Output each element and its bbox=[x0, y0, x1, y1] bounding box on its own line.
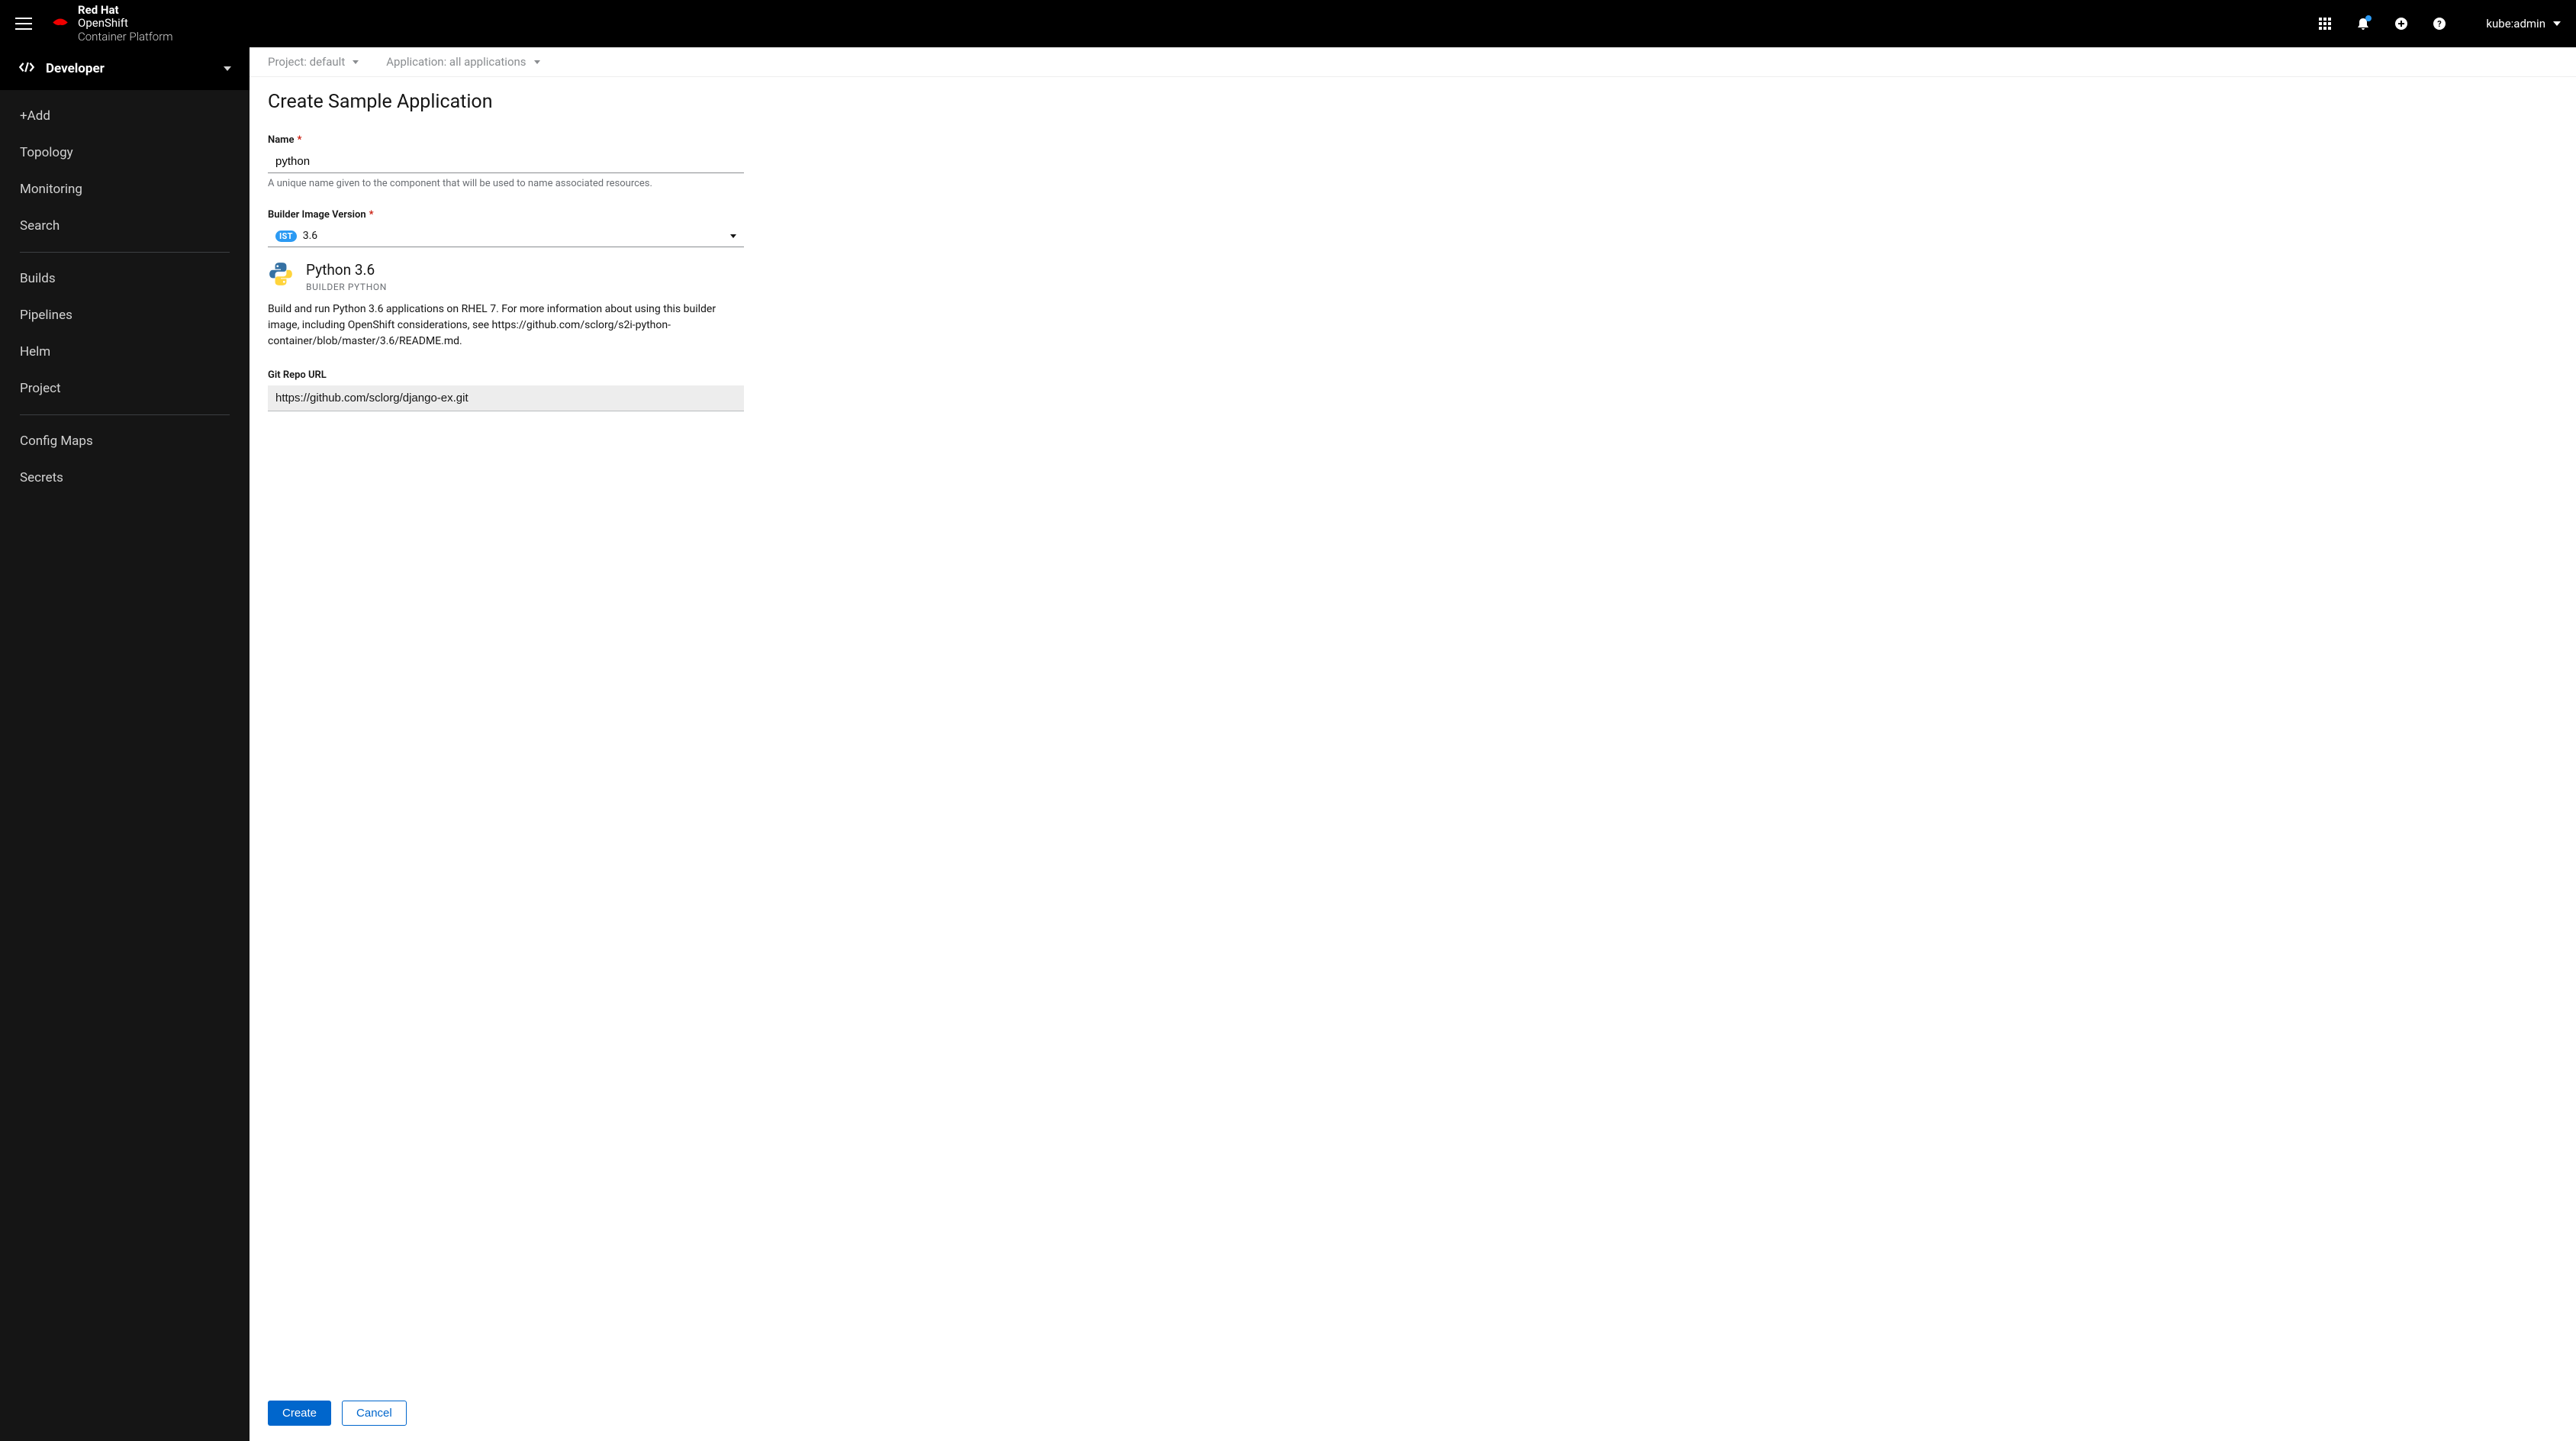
nav-item-topology[interactable]: Topology bbox=[0, 134, 250, 171]
nav-divider bbox=[20, 414, 230, 415]
name-label: Name* bbox=[268, 134, 744, 146]
python-logo-icon bbox=[268, 261, 294, 287]
form-group-builder: Builder Image Version* IST 3.6 bbox=[268, 209, 744, 350]
nav-item-monitoring[interactable]: Monitoring bbox=[0, 171, 250, 208]
caret-down-icon bbox=[2553, 21, 2561, 26]
required-asterisk: * bbox=[297, 134, 301, 146]
builder-label-text: Builder Image Version bbox=[268, 209, 366, 221]
project-label: Project: default bbox=[268, 55, 345, 69]
builder-info: Python 3.6 BUILDER PYTHON bbox=[268, 261, 744, 292]
git-url-input bbox=[268, 385, 744, 411]
context-bar: Project: default Application: all applic… bbox=[250, 47, 2576, 77]
name-label-text: Name bbox=[268, 134, 294, 146]
git-label: Git Repo URL bbox=[268, 369, 744, 381]
application-selector[interactable]: Application: all applications bbox=[386, 55, 539, 69]
page-title: Create Sample Application bbox=[268, 91, 2558, 113]
caret-down-icon bbox=[224, 66, 231, 71]
nav-item-project[interactable]: Project bbox=[0, 370, 250, 407]
application-label: Application: all applications bbox=[386, 55, 526, 69]
builder-label: Builder Image Version* bbox=[268, 209, 744, 221]
redhat-logo-icon bbox=[50, 16, 70, 31]
nav-item-search[interactable]: Search bbox=[0, 208, 250, 244]
brand-line1: Red Hat bbox=[78, 3, 119, 17]
builder-version-select[interactable]: IST 3.6 bbox=[268, 225, 744, 247]
perspective-switcher[interactable]: Developer bbox=[0, 47, 250, 90]
name-help-text: A unique name given to the component tha… bbox=[268, 178, 744, 189]
brand[interactable]: Red Hat OpenShift Container Platform bbox=[50, 4, 173, 44]
nav: +Add Topology Monitoring Search Builds P… bbox=[0, 90, 250, 504]
caret-down-icon bbox=[353, 60, 359, 64]
main-content: Project: default Application: all applic… bbox=[250, 47, 2576, 1441]
brand-line3: Container Platform bbox=[78, 30, 173, 44]
nav-divider bbox=[20, 252, 230, 253]
form-group-git: Git Repo URL bbox=[268, 369, 744, 411]
caret-down-icon bbox=[534, 60, 540, 64]
masthead: Red Hat OpenShift Container Platform bbox=[0, 0, 2576, 47]
nav-item-builds[interactable]: Builds bbox=[0, 260, 250, 297]
create-button[interactable]: Create bbox=[268, 1401, 331, 1426]
builder-version-value: 3.6 bbox=[303, 230, 317, 242]
notifications-icon[interactable] bbox=[2356, 17, 2370, 31]
required-asterisk: * bbox=[369, 209, 374, 221]
name-input[interactable] bbox=[268, 150, 744, 173]
user-name: kube:admin bbox=[2486, 17, 2545, 31]
svg-text:?: ? bbox=[2438, 19, 2442, 29]
form-footer: Create Cancel bbox=[250, 1390, 2576, 1441]
sidebar: Developer +Add Topology Monitoring Searc… bbox=[0, 47, 250, 1441]
ist-badge: IST bbox=[275, 230, 297, 242]
page-content: Create Sample Application Name* A unique… bbox=[250, 77, 2576, 1390]
code-icon bbox=[18, 62, 35, 76]
nav-toggle-button[interactable] bbox=[15, 18, 32, 30]
brand-text: Red Hat OpenShift Container Platform bbox=[78, 4, 173, 44]
builder-title: Python 3.6 bbox=[306, 261, 387, 279]
perspective-label: Developer bbox=[46, 61, 105, 76]
nav-item-helm[interactable]: Helm bbox=[0, 334, 250, 370]
nav-item-config-maps[interactable]: Config Maps bbox=[0, 423, 250, 459]
builder-description: Build and run Python 3.6 applications on… bbox=[268, 301, 744, 350]
help-icon[interactable]: ? bbox=[2433, 17, 2446, 31]
brand-line2: OpenShift bbox=[78, 16, 128, 30]
caret-down-icon bbox=[730, 234, 736, 238]
nav-item-pipelines[interactable]: Pipelines bbox=[0, 297, 250, 334]
notification-dot-icon bbox=[2365, 15, 2372, 21]
user-menu[interactable]: kube:admin bbox=[2486, 17, 2561, 31]
nav-item-secrets[interactable]: Secrets bbox=[0, 459, 250, 496]
builder-tags: BUILDER PYTHON bbox=[306, 282, 387, 292]
toolbar-icons: ? kube:admin bbox=[2318, 17, 2561, 31]
nav-item-add[interactable]: +Add bbox=[0, 98, 250, 134]
plus-icon[interactable] bbox=[2394, 17, 2408, 31]
project-selector[interactable]: Project: default bbox=[268, 55, 359, 69]
app-launcher-icon[interactable] bbox=[2318, 17, 2332, 31]
cancel-button[interactable]: Cancel bbox=[342, 1401, 407, 1426]
form-group-name: Name* A unique name given to the compone… bbox=[268, 134, 744, 189]
